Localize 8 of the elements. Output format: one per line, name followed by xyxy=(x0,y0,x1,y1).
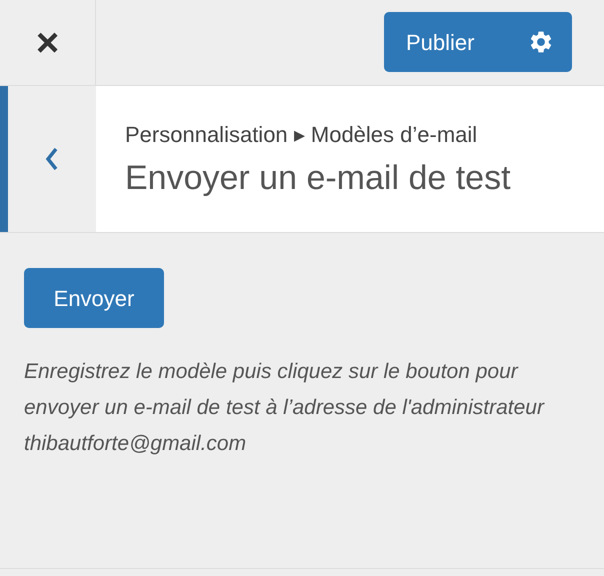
send-button[interactable]: Envoyer xyxy=(24,268,164,328)
section-title: Envoyer un e-mail de test xyxy=(125,158,512,200)
breadcrumb: Personnalisation ▸ Modèles d’e-mail xyxy=(125,121,478,150)
publish-button[interactable]: Publier xyxy=(384,12,572,72)
close-button[interactable]: × xyxy=(0,0,96,85)
settings-icon xyxy=(528,29,554,55)
chevron-left-icon xyxy=(44,146,60,172)
description-text: Enregistrez le modèle puis cliquez sur le bouton pour envoyer un e-mail de test à l’adresse de l'administrateur thibautforte@gmail.com xyxy=(24,359,544,457)
